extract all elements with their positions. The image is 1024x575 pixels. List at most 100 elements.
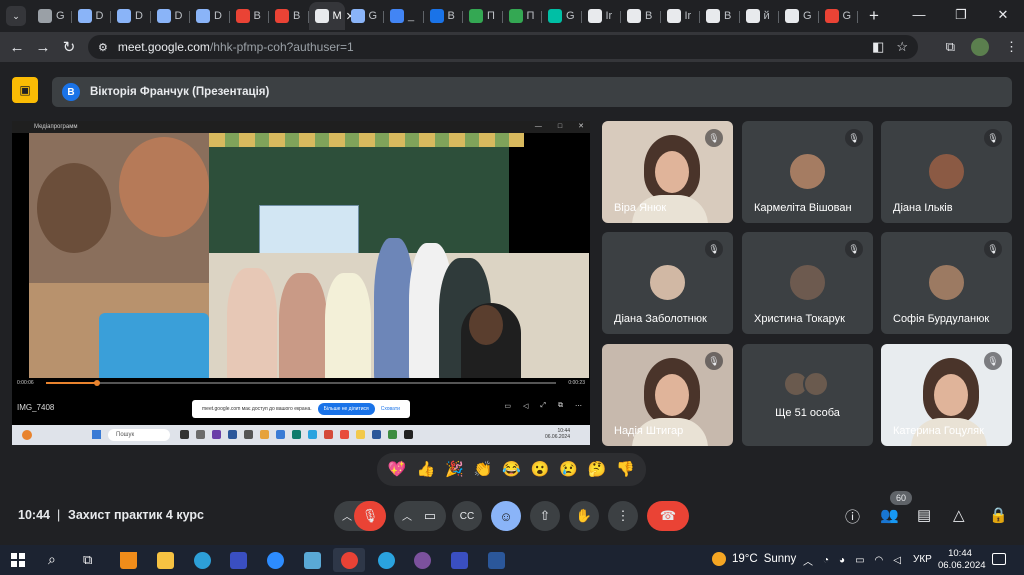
participant-tile[interactable]: 🎙 Катерина Гоцуляк bbox=[881, 344, 1012, 446]
reaction-emoji[interactable]: 👎 bbox=[616, 462, 635, 477]
file-explorer-icon[interactable] bbox=[157, 552, 174, 569]
host-controls-icon[interactable]: 🔒 bbox=[989, 506, 1008, 524]
chrome-icon[interactable] bbox=[341, 552, 358, 569]
captions-icon[interactable]: ▭ bbox=[504, 402, 511, 410]
network-icon[interactable]: ◠ bbox=[875, 555, 884, 566]
participant-tile[interactable]: Ще 51 особа bbox=[742, 344, 873, 446]
restore-icon[interactable]: ❐ bbox=[940, 0, 982, 32]
browser-tab[interactable]: D bbox=[151, 2, 191, 30]
reaction-emoji[interactable]: 🤔 bbox=[588, 462, 607, 477]
browser-tab[interactable]: D bbox=[190, 2, 230, 30]
volume-icon[interactable]: ◁ bbox=[893, 555, 901, 566]
word-icon[interactable] bbox=[488, 552, 505, 569]
show-hidden-icons-icon[interactable]: ︿ bbox=[803, 553, 813, 568]
back-icon[interactable]: ← bbox=[4, 39, 30, 56]
viber-icon[interactable] bbox=[414, 552, 431, 569]
tab-search-dropdown-icon[interactable]: ⌄ bbox=[6, 6, 26, 26]
seek-handle[interactable] bbox=[94, 380, 100, 386]
browser-tab[interactable]: G bbox=[542, 2, 582, 30]
more-options-button[interactable]: ⋮ bbox=[608, 501, 638, 531]
taskbar-clock[interactable]: 10:44 06.06.2024 bbox=[938, 548, 986, 572]
browser-tab[interactable]: D bbox=[72, 2, 112, 30]
app-w-icon[interactable] bbox=[230, 552, 247, 569]
battery-icon[interactable]: ▭ bbox=[855, 555, 864, 566]
browser-tab[interactable]: B bbox=[230, 2, 270, 30]
browser-tab[interactable]: G bbox=[819, 2, 859, 30]
stop-sharing-button[interactable]: Більше не ділитися bbox=[317, 403, 375, 415]
extensions-icon[interactable]: ⧉ bbox=[946, 39, 955, 55]
present-button[interactable]: ⇧ bbox=[530, 501, 560, 531]
raise-hand-button[interactable]: ✋ bbox=[569, 501, 599, 531]
weather-widget[interactable]: 19°C Sunny bbox=[712, 552, 796, 566]
chat-icon[interactable]: ▤ bbox=[917, 506, 931, 524]
profile-avatar[interactable] bbox=[971, 38, 989, 56]
reaction-emoji[interactable]: 😂 bbox=[502, 462, 521, 477]
photos-icon[interactable] bbox=[304, 552, 321, 569]
edge-icon[interactable] bbox=[194, 552, 211, 569]
site-info-icon[interactable]: ⚙ bbox=[98, 41, 108, 54]
browser-tab[interactable]: G bbox=[345, 2, 385, 30]
zoom-icon[interactable] bbox=[267, 552, 284, 569]
participant-tile[interactable]: 🎙 Надія Штигар bbox=[602, 344, 733, 446]
bookmark-star-icon[interactable]: ☆ bbox=[896, 39, 908, 55]
browser-tab[interactable]: M✕ bbox=[308, 2, 355, 30]
browser-tab[interactable]: G bbox=[779, 2, 819, 30]
browser-tab[interactable]: Ir bbox=[582, 2, 622, 30]
meeting-info-icon[interactable]: ⓘ bbox=[845, 506, 860, 527]
notifications-icon[interactable] bbox=[992, 553, 1006, 565]
participant-tile[interactable]: 🎙 Софія Бурдуланюк bbox=[881, 232, 1012, 334]
task-view-icon[interactable]: ⧉ bbox=[83, 552, 92, 568]
presentation-icon[interactable]: ▣ bbox=[12, 77, 38, 103]
leave-call-button[interactable]: ☎ bbox=[647, 501, 689, 531]
windows-start-icon[interactable] bbox=[11, 553, 25, 567]
new-tab-button[interactable]: + bbox=[862, 6, 886, 26]
browser-tab[interactable]: D bbox=[111, 2, 151, 30]
reaction-emoji[interactable]: 😮 bbox=[531, 462, 550, 477]
url-field[interactable]: ⚙ meet.google.com/hhk-pfmp-coh?authuser=… bbox=[88, 35, 918, 59]
seek-track[interactable] bbox=[46, 382, 556, 384]
hide-toast-link[interactable]: Сховати bbox=[381, 406, 400, 412]
volume-icon[interactable]: ◁ bbox=[523, 402, 528, 410]
app-w2-icon[interactable] bbox=[451, 552, 468, 569]
activities-icon[interactable]: △ bbox=[953, 506, 965, 524]
participant-tile[interactable]: 🎙 Віра Янюк bbox=[602, 121, 733, 223]
participant-tile[interactable]: 🎙 Христина Токарук bbox=[742, 232, 873, 334]
close-window-icon[interactable]: ✕ bbox=[982, 0, 1024, 32]
reaction-emoji[interactable]: 👍 bbox=[416, 462, 435, 477]
media-maximize-icon[interactable]: □ bbox=[558, 121, 562, 133]
participant-tile[interactable]: 🎙 Діана Ільків bbox=[881, 121, 1012, 223]
reactions-button[interactable]: ☺ bbox=[491, 501, 521, 531]
search-icon[interactable]: ⌕ bbox=[48, 551, 56, 568]
media-minimize-icon[interactable]: — bbox=[535, 121, 542, 133]
browser-tab[interactable]: П bbox=[503, 2, 543, 30]
browser-tab[interactable]: B bbox=[621, 2, 661, 30]
miniplayer-icon[interactable]: ⧉ bbox=[558, 402, 563, 410]
input-language[interactable]: УКР bbox=[913, 554, 932, 565]
browser-menu-icon[interactable]: ⋮ bbox=[1005, 39, 1018, 55]
media-close-icon[interactable]: ✕ bbox=[578, 121, 584, 133]
tray-app-icon[interactable]: ◕ bbox=[839, 555, 845, 566]
reaction-emoji[interactable]: 👏 bbox=[474, 462, 493, 477]
mic-options-chevron-icon[interactable]: ︿ bbox=[342, 508, 352, 523]
captions-button[interactable]: CC bbox=[452, 501, 482, 531]
more-options-icon[interactable]: ⋯ bbox=[575, 402, 582, 410]
camera-toggle-button[interactable]: ▭ bbox=[414, 501, 446, 531]
tray-app-icon[interactable]: ◔ bbox=[823, 555, 829, 566]
browser-tab[interactable]: Ir bbox=[661, 2, 701, 30]
telegram-icon[interactable] bbox=[378, 552, 395, 569]
browser-tab[interactable]: _ bbox=[384, 2, 424, 30]
reaction-emoji[interactable]: 🎉 bbox=[445, 462, 464, 477]
browser-tab[interactable]: B bbox=[424, 2, 464, 30]
browser-tab[interactable]: B bbox=[700, 2, 740, 30]
reaction-emoji[interactable]: 😢 bbox=[559, 462, 578, 477]
camera-in-use-icon[interactable]: ◧ bbox=[872, 39, 884, 55]
camera-options-chevron-icon[interactable]: ︿ bbox=[402, 508, 412, 523]
people-icon[interactable]: 👥 bbox=[880, 506, 899, 524]
browser-tab[interactable]: П bbox=[463, 2, 503, 30]
reaction-emoji[interactable]: 💖 bbox=[388, 462, 407, 477]
browser-tab[interactable]: й bbox=[740, 2, 780, 30]
reload-icon[interactable]: ↻ bbox=[56, 38, 82, 56]
presenter-pill[interactable]: В Вікторія Франчук (Презентація) bbox=[52, 77, 1012, 107]
participant-tile[interactable]: 🎙 Діана Заболотнюк bbox=[602, 232, 733, 334]
browser-tab[interactable]: G bbox=[32, 2, 72, 30]
